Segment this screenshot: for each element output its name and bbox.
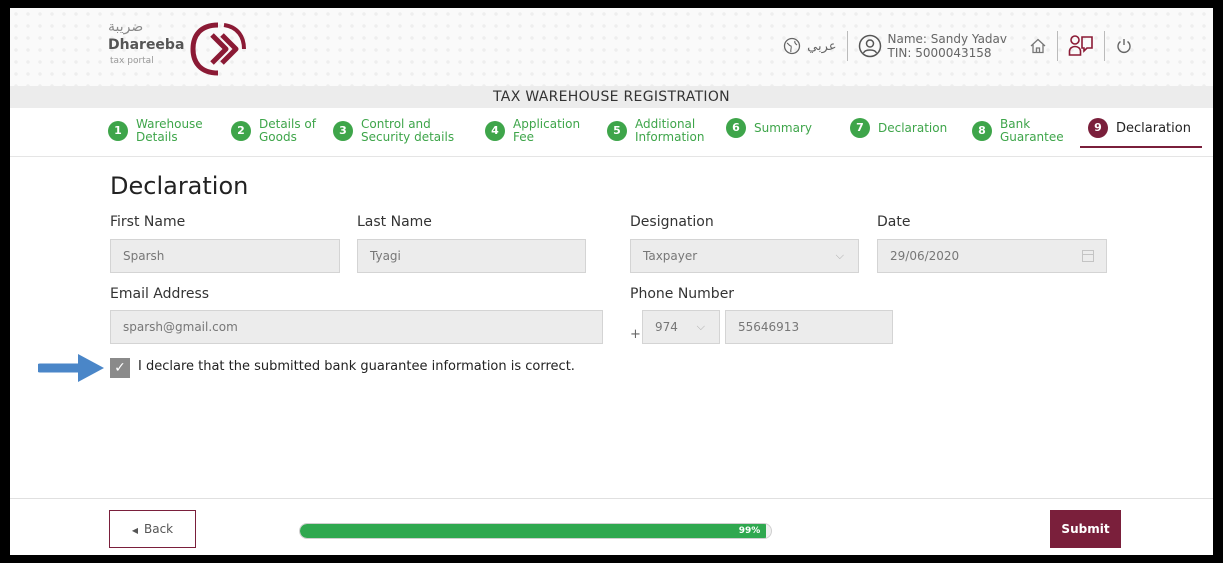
date-label: Date [877,214,911,230]
home-button[interactable] [1029,37,1047,55]
country-code-select[interactable]: 974 ⌵ [642,310,720,344]
app-window: ضريبة Dhareeba tax portal عربي Name: San… [10,8,1213,555]
phone-label: Phone Number [630,286,735,302]
stepper-divider [10,156,1213,157]
step-details-of-goods[interactable]: 2 Details of Goods [231,118,317,144]
header-actions: عربي Name: Sandy Yadav TIN: 5000043158 [783,24,1133,68]
globe-icon [783,37,801,55]
step-number: 5 [607,121,627,141]
header-divider [1057,31,1058,61]
language-label: عربي [807,38,837,54]
logo[interactable]: ضريبة Dhareeba tax portal [108,19,268,79]
designation-value: Taxpayer [643,249,698,263]
step-number: 2 [231,121,251,141]
first-name-label: First Name [110,214,186,230]
last-name-label: Last Name [357,214,432,230]
back-label: Back [144,522,174,536]
step-additional-information[interactable]: 5 Additional Information [607,118,715,144]
help-button[interactable] [1068,33,1094,59]
step-number: 9 [1088,118,1108,138]
progress-fill: 99% [300,524,767,538]
step-warehouse-details[interactable]: 1 Warehouse Details [108,118,212,144]
home-icon [1030,38,1046,54]
power-icon [1117,39,1131,53]
step-number: 4 [485,121,505,141]
step-number: 1 [108,121,128,141]
annotation-arrow-icon [38,354,104,382]
step-declaration-9[interactable]: 9 Declaration [1088,118,1191,138]
phone-plus-sign: + [630,327,641,342]
step-label: Application Fee [513,117,581,144]
user-profile[interactable]: Name: Sandy Yadav TIN: 5000043158 [858,32,1007,60]
logo-tagline: tax portal [110,56,154,66]
first-name-field[interactable]: Sparsh [110,239,340,273]
user-tin: TIN: 5000043158 [887,46,992,60]
step-number: 6 [726,118,746,138]
step-label: Control and Security details [361,117,455,144]
caret-left-icon: ◀ [131,526,138,535]
dhareeba-logo-icon [190,22,246,76]
help-icon [1068,35,1093,56]
page-title: Declaration [110,172,249,200]
logout-button[interactable] [1115,37,1133,55]
footer-divider [10,498,1213,499]
user-icon [858,34,881,58]
language-toggle[interactable]: عربي [783,37,837,55]
checkmark-icon: ✓ [114,360,126,376]
designation-label: Designation [630,214,714,230]
step-declaration-7[interactable]: 7 Declaration [850,118,947,138]
registration-stepper: 1 Warehouse Details 2 Details of Goods 3… [108,114,1208,154]
step-label: Bank Guarantee [1000,117,1064,144]
step-bank-guarantee[interactable]: 8 Bank Guarantee [972,118,1070,144]
step-number: 7 [850,118,870,138]
back-button[interactable]: ◀ Back [109,510,196,548]
top-header: ضريبة Dhareeba tax portal عربي Name: San… [10,8,1213,86]
step-summary[interactable]: 6 Summary [726,118,812,138]
calendar-icon [1082,250,1094,262]
progress-label: 99% [738,526,761,536]
declaration-checkbox[interactable]: ✓ [110,358,130,378]
header-divider [846,31,848,61]
step-number: 3 [333,121,353,141]
step-label: Additional Information [635,117,705,144]
step-label: Declaration [878,120,948,135]
chevron-down-icon: ⌵ [835,249,844,262]
step-label: Warehouse Details [136,117,203,144]
user-name: Name: Sandy Yadav [887,32,1007,46]
progress-bar: 99% [299,523,772,539]
active-step-indicator [1080,146,1202,148]
logo-arabic-text: ضريبة [108,19,144,35]
date-value: 29/06/2020 [890,249,960,263]
step-application-fee[interactable]: 4 Application Fee [485,118,589,144]
page-banner-title: TAX WAREHOUSE REGISTRATION [10,86,1213,108]
email-field[interactable]: sparsh@gmail.com [110,310,603,344]
date-picker[interactable]: 29/06/2020 [877,239,1107,273]
country-code-value: 974 [655,320,678,334]
step-label: Details of Goods [259,117,316,144]
last-name-field[interactable]: Tyagi [357,239,586,273]
user-info: Name: Sandy Yadav TIN: 5000043158 [888,32,1007,60]
submit-button[interactable]: Submit [1050,510,1121,548]
step-control-and-security[interactable]: 3 Control and Security details [333,118,469,144]
step-label: Summary [754,120,812,135]
header-divider [1104,31,1105,61]
declaration-text: I declare that the submitted bank guaran… [138,359,575,374]
chevron-down-icon: ⌵ [696,320,705,333]
step-label: Declaration [1116,120,1191,136]
phone-number-field[interactable]: 55646913 [725,310,893,344]
step-number: 8 [972,121,992,141]
designation-select[interactable]: Taxpayer ⌵ [630,239,859,273]
logo-english-text: Dhareeba [108,37,185,53]
email-label: Email Address [110,286,210,302]
